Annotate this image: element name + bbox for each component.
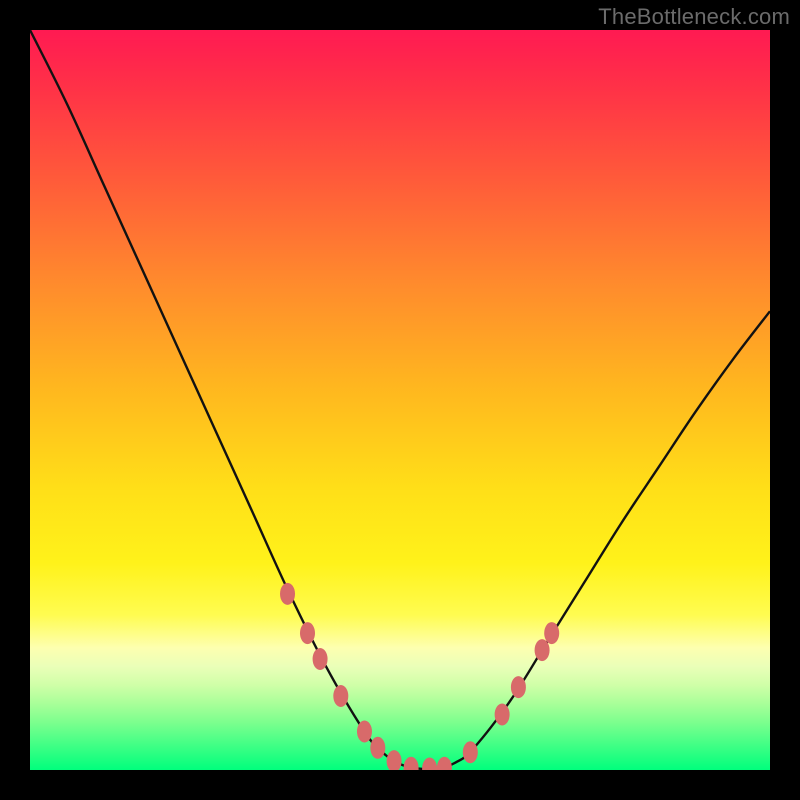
curve-marker [422, 758, 437, 770]
marker-layer [280, 583, 559, 770]
curve-marker [313, 648, 328, 670]
curve-marker [387, 750, 402, 770]
curve-marker [437, 757, 452, 770]
curve-marker [333, 685, 348, 707]
chart-frame: TheBottleneck.com [0, 0, 800, 800]
chart-svg [30, 30, 770, 770]
curve-marker [511, 676, 526, 698]
curve-marker [370, 737, 385, 759]
curve-marker [357, 721, 372, 743]
curve-marker [495, 704, 510, 726]
curve-marker [300, 622, 315, 644]
curve-marker [535, 639, 550, 661]
curve-marker [544, 622, 559, 644]
curve-marker [463, 741, 478, 763]
curve-marker [280, 583, 295, 605]
bottleneck-curve [30, 30, 770, 769]
chart-plot-area [30, 30, 770, 770]
curve-marker [404, 757, 419, 770]
watermark-text: TheBottleneck.com [598, 4, 790, 30]
